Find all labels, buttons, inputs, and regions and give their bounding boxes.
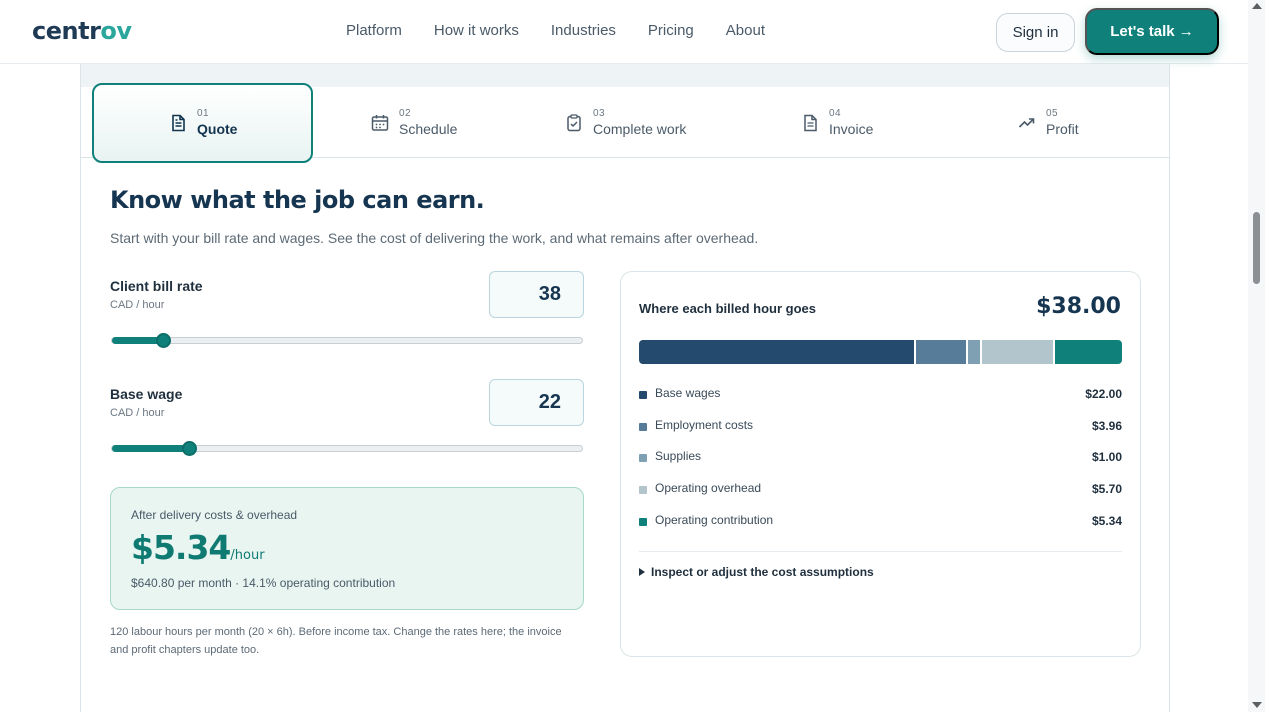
scrollbar-thumb[interactable] (1253, 212, 1260, 284)
legend-row: Operating contribution $5.34 (639, 513, 1122, 545)
document-icon (172, 114, 185, 131)
bar-segment-employment-costs (916, 340, 966, 364)
bar-segment-operating-contribution (1055, 340, 1122, 364)
breakdown-title: Where each billed hour goes (639, 301, 816, 316)
primary-nav: Platform How it works Industries Pricing… (346, 22, 797, 39)
legend-name: Operating overhead (655, 481, 762, 496)
earnings-unit: /hour (230, 548, 265, 563)
bill-rate-input[interactable]: 38 (489, 271, 584, 318)
legend-swatch (639, 486, 647, 495)
nav-pricing[interactable]: Pricing (648, 22, 694, 39)
legend-swatch (639, 517, 647, 526)
cost-breakdown-card: Where each billed hour goes $38.00 Base … (620, 271, 1141, 657)
calendar-icon (371, 114, 389, 131)
nav-about[interactable]: About (726, 22, 765, 39)
tab-schedule[interactable]: 02 Schedule (371, 87, 457, 158)
legend-swatch (639, 454, 647, 463)
invoice-icon (804, 114, 817, 131)
nav-industries[interactable]: Industries (551, 22, 616, 39)
earnings-value: $5.34/hour (131, 528, 265, 567)
inspect-assumptions-toggle[interactable]: Inspect or adjust the cost assumptions (639, 565, 874, 579)
trending-up-icon (1018, 117, 1035, 128)
bar-segment-operating-overhead (982, 340, 1054, 364)
legend-name: Employment costs (655, 417, 754, 432)
legend-name: Base wages (655, 386, 721, 400)
base-wage-input[interactable]: 22 (489, 379, 584, 426)
bill-rate-label: Client bill rate (110, 278, 203, 294)
cost-stacked-bar (639, 340, 1122, 364)
earnings-summary: After delivery costs & overhead $5.34/ho… (110, 487, 584, 610)
lets-talk-button[interactable]: Let's talk → (1085, 8, 1219, 55)
tab-complete-work[interactable]: 03 Complete work (565, 87, 686, 158)
base-wage-label: Base wage (110, 386, 183, 402)
nav-platform[interactable]: Platform (346, 22, 402, 39)
legend-name: Supplies (655, 449, 702, 464)
legend-row: Supplies $1.00 (639, 449, 1122, 481)
scroll-down-arrow-icon[interactable] (1252, 702, 1262, 708)
bill-rate-slider[interactable] (111, 333, 583, 348)
bar-segment-supplies (967, 340, 980, 364)
breakdown-divider (639, 551, 1122, 552)
bill-rate-unit: CAD / hour (110, 299, 165, 311)
sign-in-button[interactable]: Sign in (996, 13, 1075, 52)
brand-logo[interactable]: centrov (32, 17, 132, 45)
legend-row: Operating overhead $5.70 (639, 481, 1122, 513)
assumptions-footnote: 120 labour hours per month (20 × 6h). Be… (110, 626, 562, 656)
cost-legend: Base wages $22.00 Employment costs $3.96 Sup… (639, 386, 1122, 544)
earnings-caption: After delivery costs & overhead (131, 508, 298, 522)
disclosure-triangle-icon (639, 568, 645, 576)
legend-value: $22.00 (1085, 387, 1122, 401)
legend-name: Operating contribution (655, 512, 774, 527)
page-heading: Know what the job can earn. (110, 186, 485, 214)
legend-row: Base wages $22.00 (639, 386, 1122, 418)
bar-segment-base-wages (639, 340, 914, 364)
scroll-up-arrow-icon[interactable] (1252, 3, 1262, 9)
legend-value: $3.96 (1091, 418, 1122, 433)
nav-how-it-works[interactable]: How it works (434, 22, 519, 39)
page-scrollbar[interactable] (1248, 0, 1265, 712)
legend-row: Employment costs $3.96 (639, 418, 1122, 450)
legend-value: $5.70 (1091, 482, 1122, 497)
legend-value: $5.34 (1091, 513, 1122, 528)
clipboard-check-icon (567, 113, 581, 131)
base-wage-slider-handle[interactable] (181, 441, 197, 456)
bill-rate-slider-handle[interactable] (155, 333, 171, 348)
page-subtitle: Start with your bill rate and wages. See… (110, 230, 759, 246)
legend-swatch (639, 391, 647, 399)
tab-invoice[interactable]: 04 Invoice (801, 87, 873, 158)
base-wage-slider-fill (112, 445, 190, 452)
legend-swatch (639, 422, 647, 431)
legend-value: $1.00 (1091, 450, 1122, 465)
chapter-tabs: 01 Quote 02 Schedule 03 Complete work 04 Inv… (81, 83, 1169, 163)
breakdown-total: $38.00 (1036, 294, 1121, 319)
base-wage-unit: CAD / hour (110, 407, 165, 419)
base-wage-slider[interactable] (111, 441, 583, 456)
tab-quote[interactable]: 01 Quote (169, 87, 237, 158)
top-navbar: centrov Platform How it works Industries… (0, 0, 1248, 64)
tab-profit[interactable]: 05 Profit (1018, 87, 1079, 158)
earnings-note: $640.80 per month · 14.1% operating cont… (131, 576, 396, 590)
